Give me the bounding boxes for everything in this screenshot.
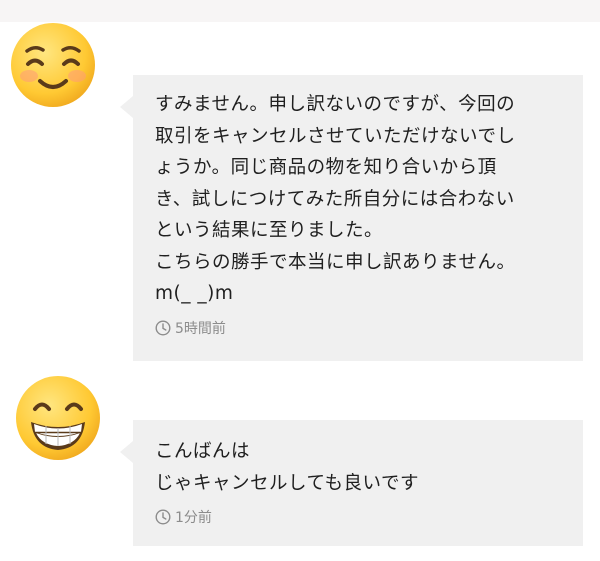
message-text-line: じゃキャンセルしても良いです — [155, 472, 419, 494]
timestamp-text: 1分前 — [175, 510, 212, 526]
message-text-line: こんばんは — [155, 441, 251, 462]
message-text-line: すみません。申し訳ないのですが、今回の — [155, 94, 516, 115]
message-text-line: 取引をキャンセルさせていただけないでし — [155, 125, 516, 147]
message-bubble: すみません。申し訳ないのですが、今回の 取引をキャンセルさせていただけないでし … — [120, 75, 583, 361]
message-timestamp: 5時間前 — [155, 318, 561, 338]
smiling-face-icon — [9, 21, 97, 109]
message-text-line: という結果に至りました。 — [155, 220, 384, 241]
message-text-line: こちらの勝手で本当に申し訳ありません。 — [155, 251, 516, 273]
message-text-line: ょうか。同じ商品の物を知り合いから頂 — [155, 157, 497, 178]
top-strip — [0, 0, 600, 22]
grinning-face-icon — [14, 374, 102, 462]
message-bubble: こんばんは じゃキャンセルしても良いです 1分前 — [120, 420, 583, 546]
message-timestamp: 1分前 — [155, 507, 561, 527]
clock-icon — [155, 319, 171, 336]
timestamp-text: 5時間前 — [175, 320, 226, 337]
message-text-line: m(_ _)m — [155, 283, 234, 304]
clock-icon — [155, 509, 171, 525]
message-text-line: き、試しにつけてみた所自分には合わない — [155, 188, 515, 210]
